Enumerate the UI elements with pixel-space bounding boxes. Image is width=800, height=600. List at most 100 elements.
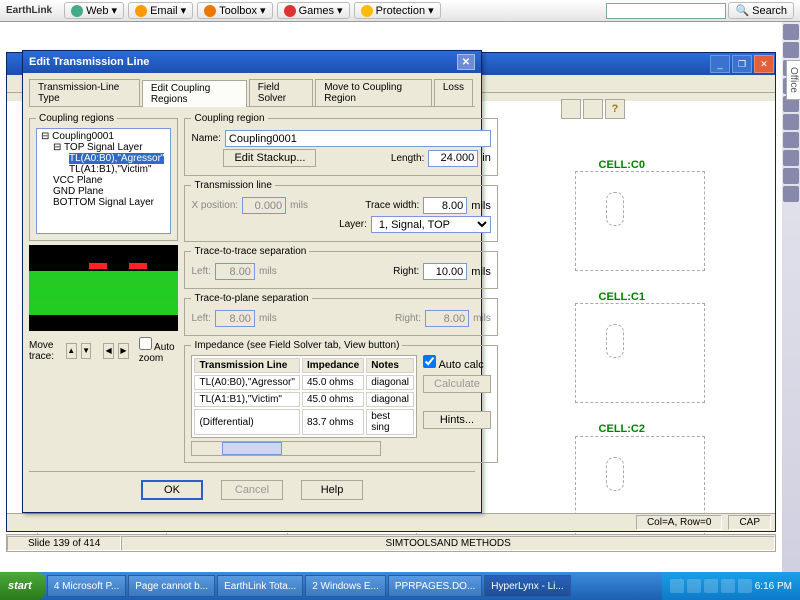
tree-gnd[interactable]: GND Plane [53, 186, 104, 197]
task-item-active[interactable]: HyperLynx - Li... [484, 575, 570, 597]
cell-label: CELL:C0 [599, 159, 645, 171]
status-cap: CAP [728, 515, 771, 530]
start-button[interactable]: start [0, 572, 46, 600]
table-row[interactable]: TL(A1:B1),"Victim"45.0 ohmsdiagonal [194, 392, 414, 407]
browser-toolbar: EarthLink Web ▾ Email ▾ Toolbox ▾ Games … [0, 0, 800, 22]
hints-button[interactable]: Hints... [423, 411, 491, 429]
tray-icon[interactable] [783, 150, 799, 166]
system-tray[interactable]: 6:16 PM [662, 572, 800, 600]
tsep-right-unit: mils [471, 266, 491, 278]
email-button[interactable]: Email ▾ [128, 2, 193, 19]
toolbox-button[interactable]: Toolbox ▾ [197, 2, 272, 19]
tree-vcc[interactable]: VCC Plane [53, 175, 102, 186]
ok-button[interactable]: OK [141, 480, 203, 500]
tab-edit-coupling[interactable]: Edit Coupling Regions [142, 80, 247, 107]
task-item[interactable]: 4 Microsoft P... [47, 575, 126, 597]
auto-zoom-checkbox[interactable] [139, 337, 152, 350]
th-notes[interactable]: Notes [366, 358, 414, 373]
length-input[interactable] [428, 150, 478, 167]
table-row[interactable]: TL(A0:B0),"Agressor"45.0 ohmsdiagonal [194, 375, 414, 390]
dialog-titlebar[interactable]: Edit Transmission Line ✕ [23, 51, 481, 73]
web-label: Web [86, 5, 108, 17]
tree-tl-victim[interactable]: TL(A1:B1),"Victim" [69, 164, 152, 175]
tab-loss[interactable]: Loss [434, 79, 473, 106]
tline-legend: Transmission line [191, 180, 274, 191]
layer-select[interactable]: 1, Signal, TOP [371, 216, 491, 233]
task-item[interactable]: PPRPAGES.DO... [388, 575, 482, 597]
xpos-label: X position: [191, 200, 238, 211]
move-right-button[interactable]: ▶ [118, 343, 129, 359]
impedance-scrollbar[interactable] [191, 441, 381, 456]
impedance-legend: Impedance (see Field Solver tab, View bu… [191, 340, 402, 351]
close-button[interactable]: ✕ [754, 55, 774, 73]
tray-icon[interactable] [670, 579, 684, 593]
xpos-input [242, 197, 286, 214]
help-button[interactable]: Help [301, 480, 363, 500]
search-input[interactable] [606, 3, 726, 19]
search-box: 🔍Search [606, 2, 794, 19]
tray-icon[interactable] [783, 186, 799, 202]
tray-icon[interactable] [783, 42, 799, 58]
toolbar-icon[interactable] [561, 99, 581, 119]
slide-title: SIMTOOLSAND METHODS [121, 536, 775, 551]
plane-sep-legend: Trace-to-plane separation [191, 293, 311, 304]
coupling-name-input[interactable] [225, 130, 491, 147]
tsep-right-input[interactable] [423, 263, 467, 280]
psep-right-label: Right: [395, 313, 421, 324]
tree-root[interactable]: Coupling0001 [52, 131, 114, 142]
tray-icon[interactable] [704, 579, 718, 593]
task-item[interactable]: Page cannot b... [128, 575, 215, 597]
tree-top-layer[interactable]: TOP Signal Layer [64, 142, 143, 153]
tray-icon[interactable] [738, 579, 752, 593]
dialog-close-button[interactable]: ✕ [457, 54, 475, 70]
protection-button[interactable]: Protection ▾ [354, 2, 441, 19]
search-button[interactable]: 🔍Search [728, 2, 794, 19]
th-imp[interactable]: Impedance [302, 358, 364, 373]
minimize-button[interactable]: _ [710, 55, 730, 73]
psep-left-input [215, 310, 255, 327]
tree-tl-agressor[interactable]: TL(A0:B0),"Agressor" [69, 153, 164, 164]
psep-right-unit: mils [473, 313, 491, 324]
mail-icon [135, 5, 147, 17]
web-button[interactable]: Web ▾ [64, 2, 124, 19]
tree-bottom[interactable]: BOTTOM Signal Layer [53, 197, 154, 208]
coupling-tree[interactable]: ⊟ Coupling0001 ⊟ TOP Signal Layer TL(A0:… [36, 128, 171, 234]
earthlink-logo: EarthLink [6, 5, 60, 16]
task-item[interactable]: EarthLink Tota... [217, 575, 303, 597]
tab-field-solver[interactable]: Field Solver [249, 79, 313, 106]
table-row[interactable]: (Differential)83.7 ohmsbest sing [194, 409, 414, 435]
maximize-button[interactable]: ❐ [732, 55, 752, 73]
tray-icon[interactable] [783, 132, 799, 148]
auto-calc-checkbox[interactable] [423, 355, 436, 368]
right-sidebar-tray [782, 22, 800, 572]
dielectric [29, 271, 178, 315]
tracewidth-input[interactable] [423, 197, 467, 214]
coupling-region-legend: Coupling region [191, 113, 267, 124]
games-button[interactable]: Games ▾ [277, 2, 350, 19]
tab-tline-type[interactable]: Transmission-Line Type [29, 79, 140, 106]
office-tab[interactable]: Office [786, 60, 800, 100]
toolbar-icon[interactable] [583, 99, 603, 119]
move-down-button[interactable]: ▼ [81, 343, 92, 359]
edit-stackup-button[interactable]: Edit Stackup... [223, 149, 316, 167]
tray-icon[interactable] [721, 579, 735, 593]
tray-icon[interactable] [783, 24, 799, 40]
move-up-button[interactable]: ▲ [66, 343, 77, 359]
help-icon[interactable]: ? [605, 99, 625, 119]
tray-icon[interactable] [687, 579, 701, 593]
toolbox-icon [204, 5, 216, 17]
games-icon [284, 5, 296, 17]
edit-transmission-line-dialog: Edit Transmission Line ✕ Transmission-Li… [22, 50, 482, 513]
trace-b [129, 263, 147, 269]
th-tl[interactable]: Transmission Line [194, 358, 299, 373]
tsep-right-label: Right: [393, 266, 419, 277]
tray-icon[interactable] [783, 114, 799, 130]
move-left-button[interactable]: ◀ [103, 343, 114, 359]
psep-left-label: Left: [191, 313, 210, 324]
tray-icon[interactable] [783, 168, 799, 184]
tsep-left-input [215, 263, 255, 280]
length-label: Length: [391, 153, 424, 164]
tab-move-coupling[interactable]: Move to Coupling Region [315, 79, 432, 106]
desktop: _ ❐ ✕ ? CELL:C0 CELL:C1 CELL:A2 CELL:B2 … [0, 22, 782, 572]
task-item[interactable]: 2 Windows E... [305, 575, 386, 597]
